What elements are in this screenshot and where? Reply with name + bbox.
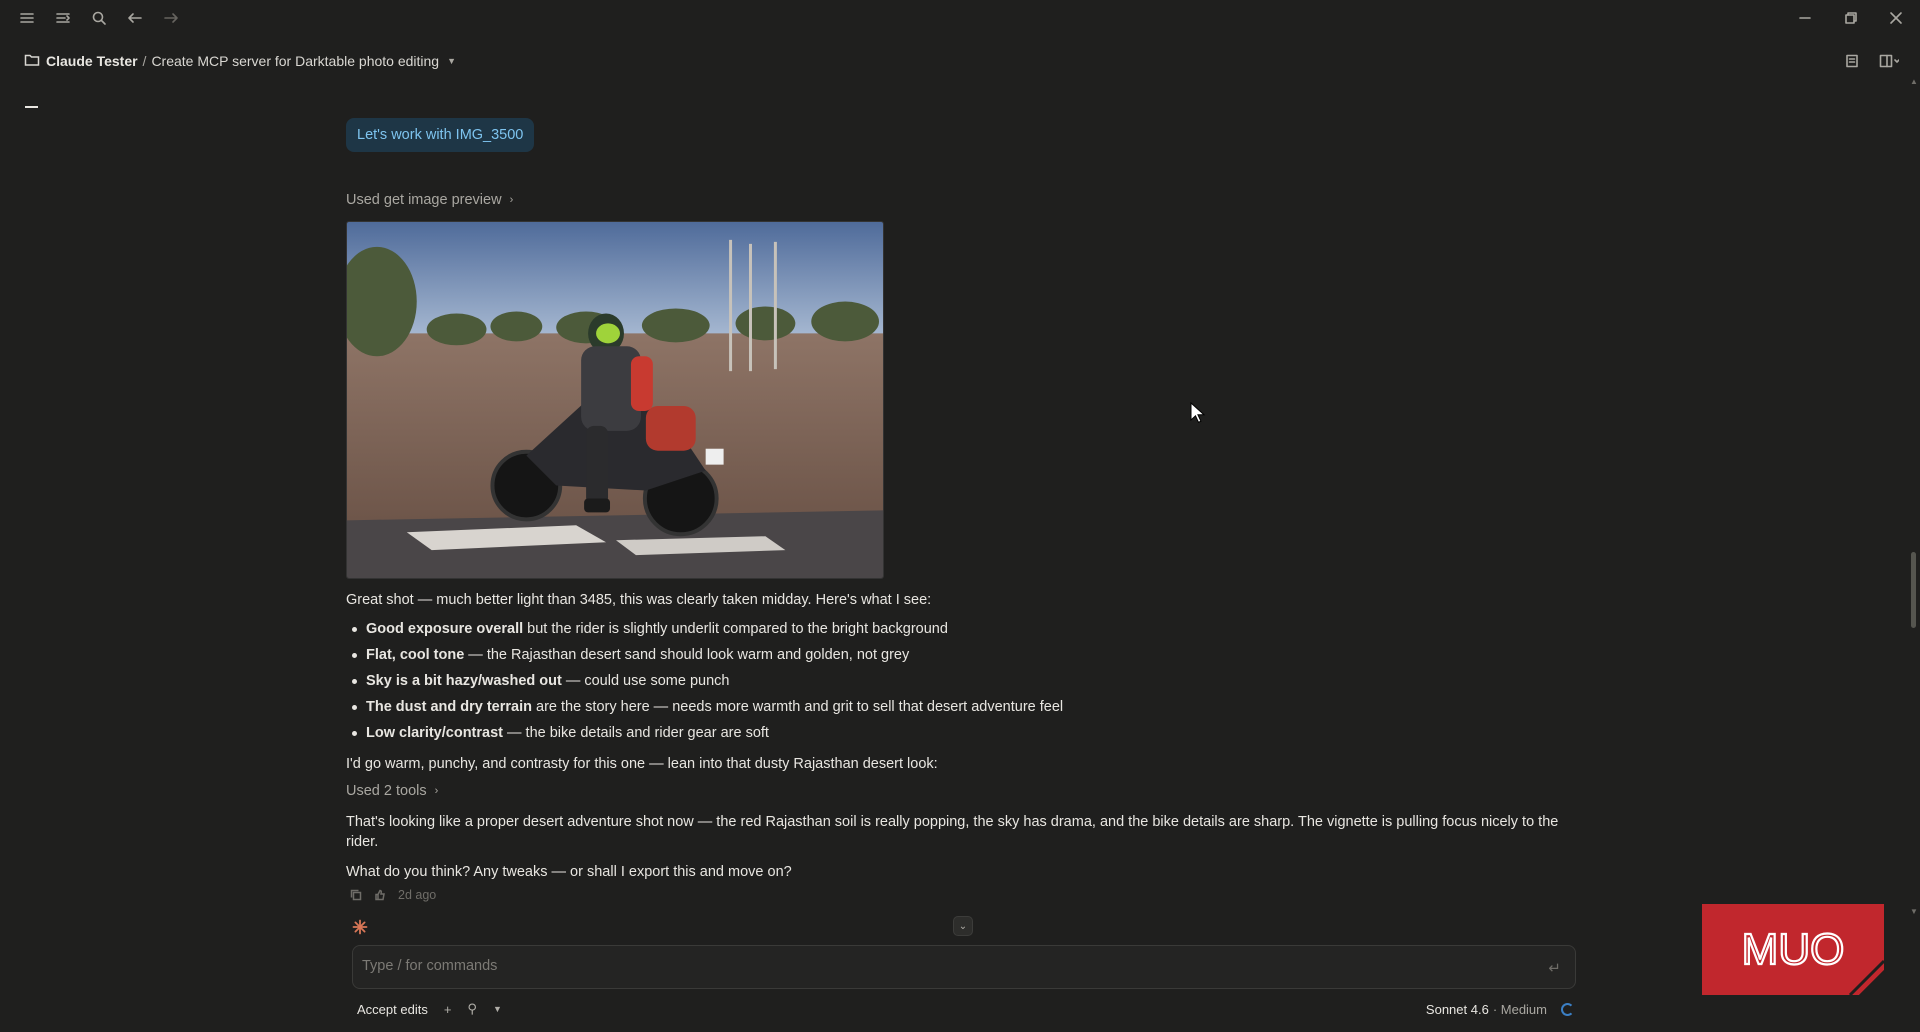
bullet-text: — could use some punch xyxy=(561,673,730,689)
scroll-down-arrow-icon[interactable]: ▼ xyxy=(1910,907,1918,916)
tool-call-label: Used 2 tools xyxy=(346,783,427,799)
menu-icon[interactable] xyxy=(15,6,39,30)
message-composer[interactable]: Type / for commands ↵ xyxy=(352,945,1576,989)
loading-spinner-icon xyxy=(1561,1002,1574,1016)
sidebar-toggle-icon[interactable] xyxy=(51,6,75,30)
tool-call-label: Used get image preview xyxy=(346,192,502,208)
scroll-to-bottom-button[interactable]: ⌄ xyxy=(953,916,973,936)
back-arrow-icon[interactable] xyxy=(123,6,147,30)
message-actions: 2d ago xyxy=(350,888,436,902)
chevron-right-icon: › xyxy=(434,785,439,797)
assistant-intro: Great shot — much better light than 3485… xyxy=(346,592,932,608)
user-message: Let's work with IMG_3500 xyxy=(346,118,535,152)
assistant-question: What do you think? Any tweaks — or shall… xyxy=(346,864,792,880)
list-item: Sky is a bit hazy/washed out — could use… xyxy=(346,668,1063,694)
breadcrumb-chat-title[interactable]: Create MCP server for Darktable photo ed… xyxy=(151,53,439,69)
list-item: Low clarity/contrast — the bike details … xyxy=(346,720,1063,746)
timestamp: 2d ago xyxy=(398,888,437,902)
composer-toolbar: Accept edits + ⚲ ▼ xyxy=(357,998,518,1020)
restore-icon[interactable] xyxy=(1839,6,1863,30)
bullet-bold: The dust and dry terrain xyxy=(366,699,532,715)
sparkle-icon xyxy=(352,919,368,935)
mouse-cursor-icon xyxy=(1190,402,1206,423)
tool-call-used-2-tools[interactable]: Used 2 tools › xyxy=(346,783,438,799)
minimize-icon[interactable] xyxy=(1793,6,1817,30)
image-preview[interactable] xyxy=(346,221,884,579)
bullet-text: but the rider is slightly underlit compa… xyxy=(523,621,948,637)
notes-icon[interactable] xyxy=(1840,49,1864,73)
bullet-text: — the bike details and rider gear are so… xyxy=(502,725,769,741)
breadcrumb-project[interactable]: Claude Tester xyxy=(46,53,138,69)
assistant-result: That's looking like a proper desert adve… xyxy=(346,814,1559,850)
chevron-down-icon[interactable]: ▼ xyxy=(493,1004,502,1014)
model-effort: · Medium xyxy=(1492,1001,1547,1017)
bullet-bold: Sky is a bit hazy/washed out xyxy=(366,673,562,689)
bullet-text: — the Rajasthan desert sand should look … xyxy=(464,647,910,663)
bullet-bold: Good exposure overall xyxy=(366,621,524,637)
forward-arrow-icon[interactable] xyxy=(159,6,183,30)
chevron-right-icon: › xyxy=(509,194,514,206)
muo-watermark-logo: MUO xyxy=(1702,904,1884,995)
mode-icon[interactable]: ⚲ xyxy=(467,1001,477,1017)
assistant-plan: I'd go warm, punchy, and contrasty for t… xyxy=(346,756,938,772)
watermark-text: MUO xyxy=(1742,925,1845,974)
collapsed-panel-dash[interactable] xyxy=(25,106,38,108)
list-item: Flat, cool tone — the Rajasthan desert s… xyxy=(346,642,1063,668)
breadcrumb-separator: / xyxy=(142,53,147,69)
bullet-text: are the story here — needs more warmth a… xyxy=(531,699,1064,715)
model-name: Sonnet 4.6 xyxy=(1425,1001,1489,1017)
copy-icon[interactable] xyxy=(350,889,362,901)
list-item: The dust and dry terrain are the story h… xyxy=(346,694,1063,720)
thumbs-icon[interactable] xyxy=(374,889,386,901)
enter-icon[interactable]: ↵ xyxy=(1548,959,1561,977)
observation-list: Good exposure overall but the rider is s… xyxy=(346,616,1063,746)
breadcrumb: Claude Tester / Create MCP server for Da… xyxy=(24,51,456,71)
list-item: Good exposure overall but the rider is s… xyxy=(346,616,1063,642)
motorcycle-photo xyxy=(347,222,883,578)
scrollbar-thumb[interactable] xyxy=(1911,552,1916,628)
bullet-bold: Low clarity/contrast xyxy=(366,725,503,741)
chevron-down-icon[interactable]: ▼ xyxy=(447,56,456,66)
panel-icon[interactable] xyxy=(1874,49,1904,73)
folder-icon xyxy=(24,52,40,71)
composer-placeholder: Type / for commands xyxy=(362,958,498,974)
scroll-up-arrow-icon[interactable]: ▲ xyxy=(1910,77,1918,86)
plus-icon[interactable]: + xyxy=(444,1002,452,1017)
accept-edits-button[interactable]: Accept edits xyxy=(357,1002,428,1017)
model-selector[interactable]: Sonnet 4.6 · Medium xyxy=(1426,998,1574,1020)
close-icon[interactable] xyxy=(1884,6,1908,30)
tool-call-get-image-preview[interactable]: Used get image preview › xyxy=(346,192,513,208)
search-icon[interactable] xyxy=(87,6,111,30)
bullet-bold: Flat, cool tone xyxy=(366,647,465,663)
